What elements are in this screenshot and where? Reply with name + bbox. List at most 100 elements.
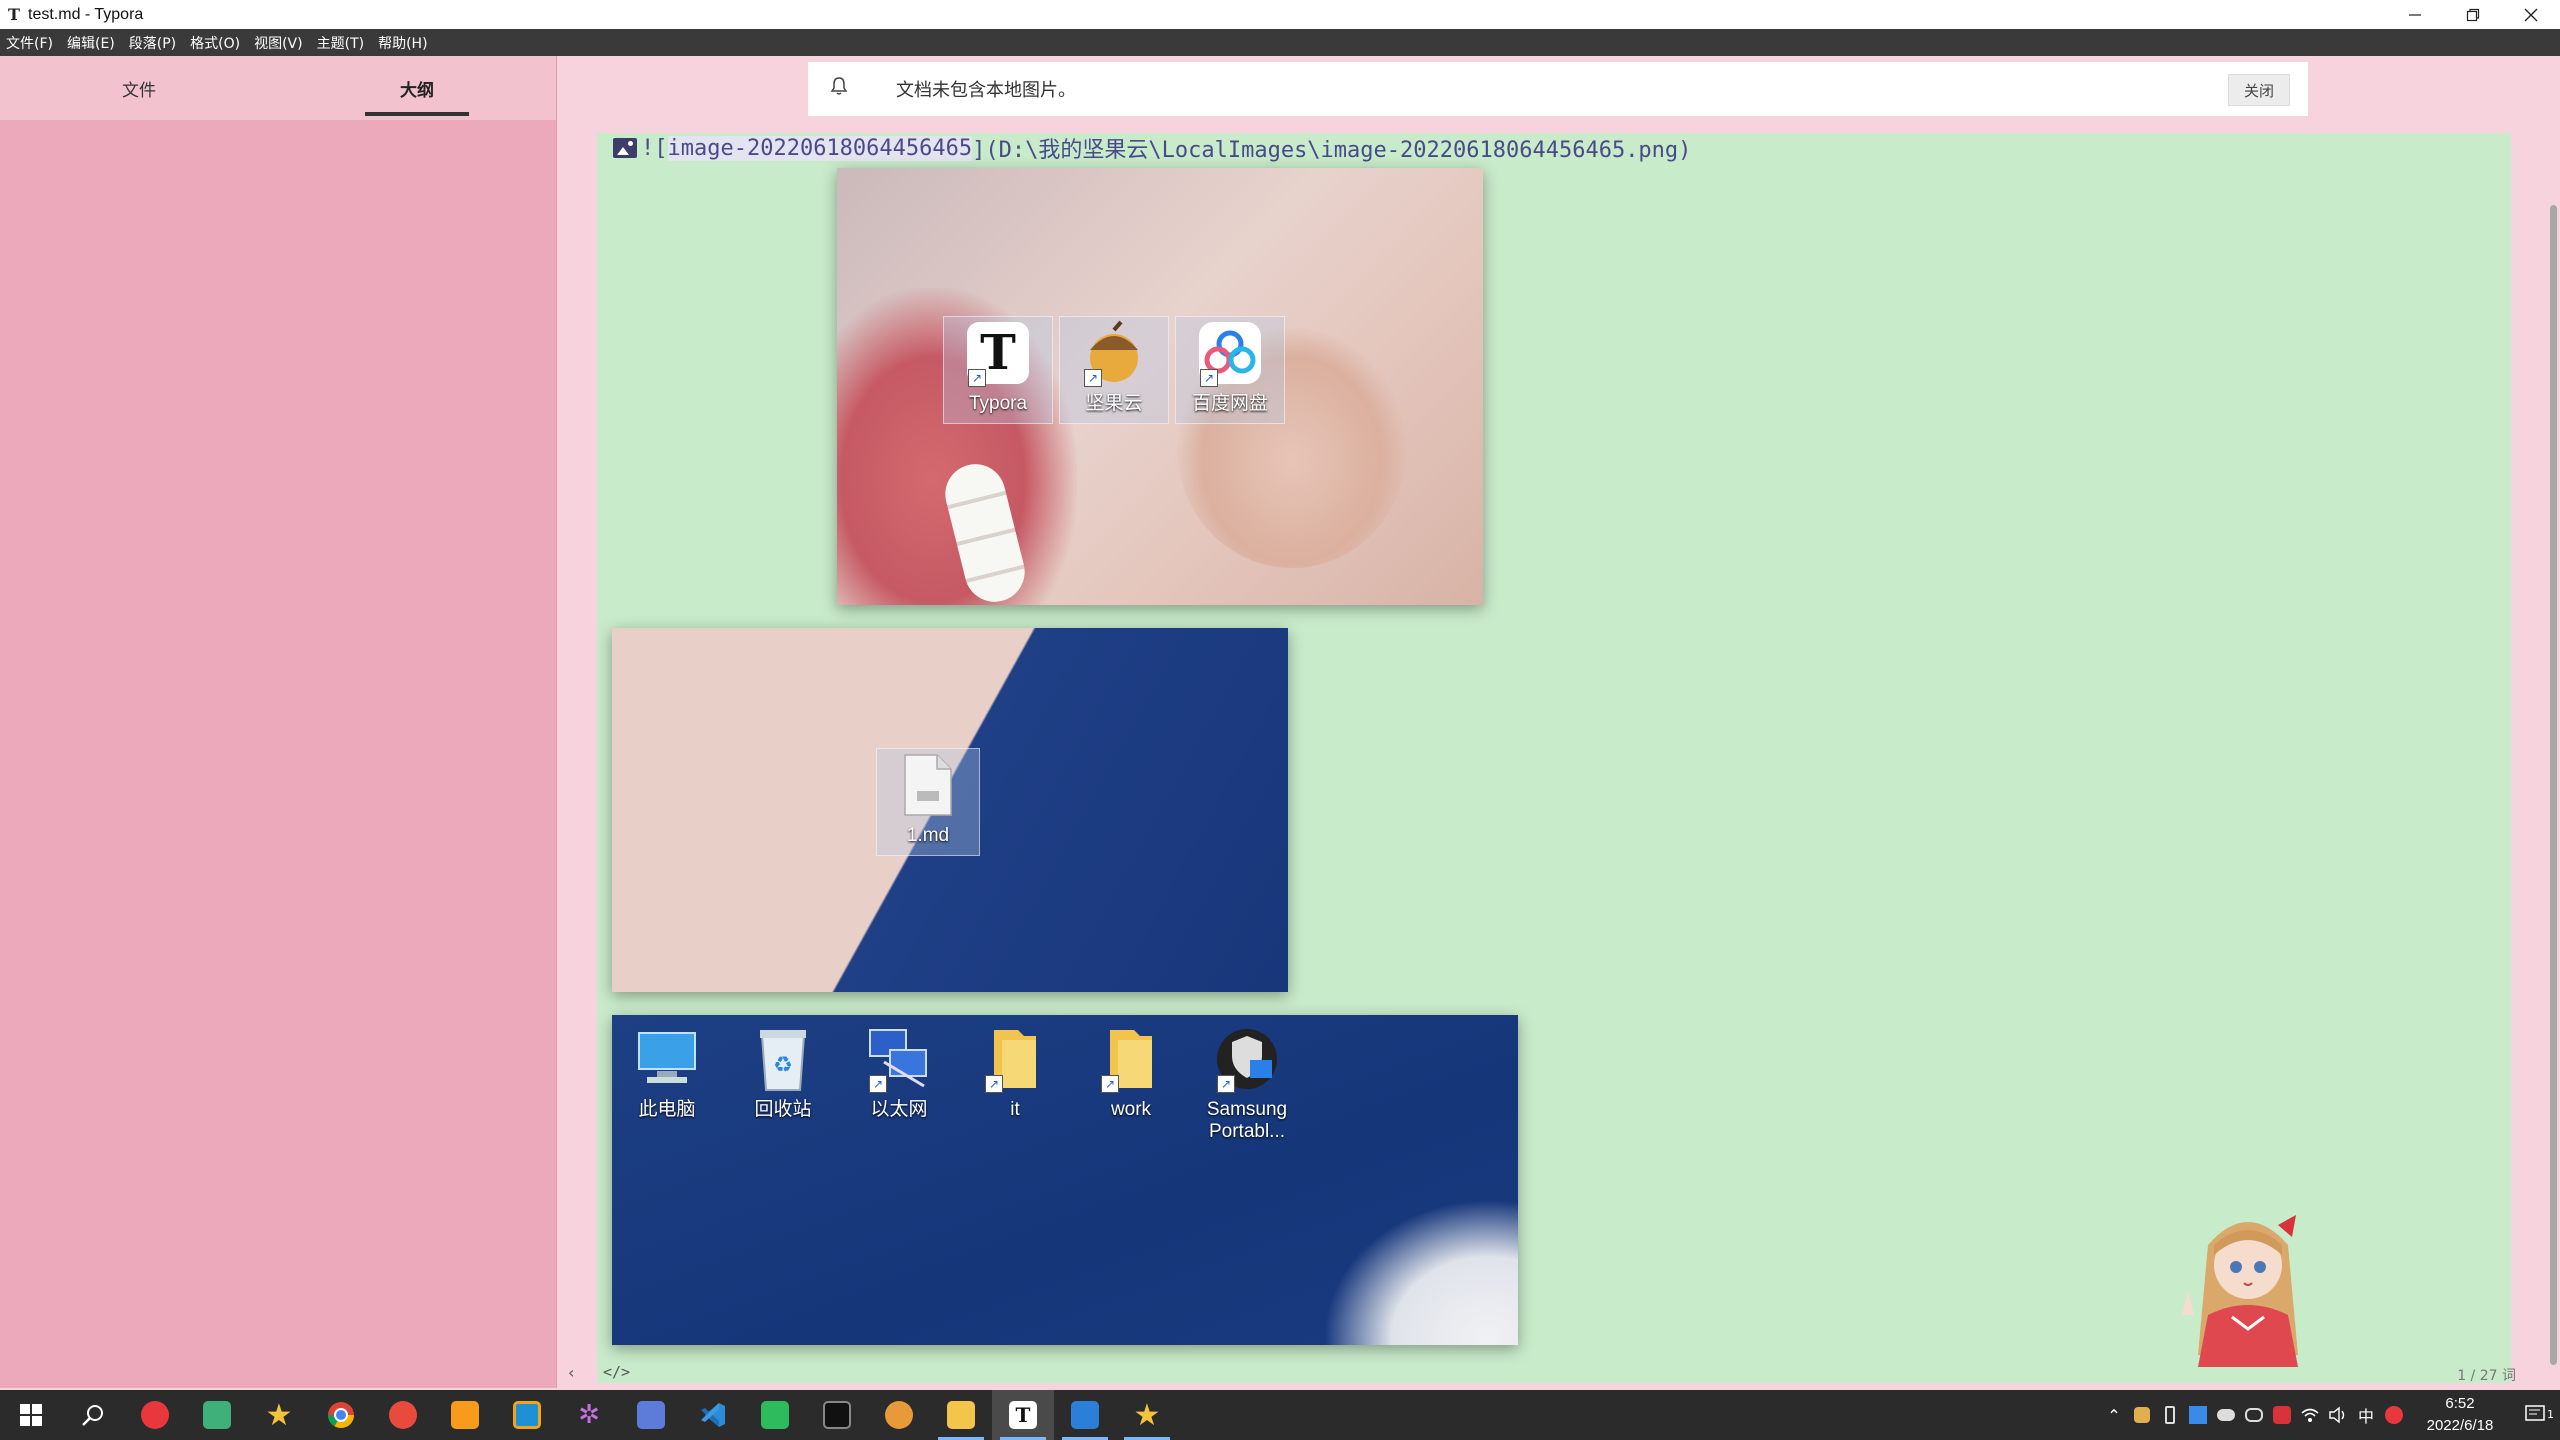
desktop-icon-nutstore[interactable]: ↗ 坚果云 xyxy=(1059,316,1169,424)
chevron-up-icon[interactable]: ⌃ xyxy=(2100,1401,2128,1429)
taskbar-terminal[interactable] xyxy=(806,1390,868,1440)
desktop-icon-folder-it[interactable]: ↗ it xyxy=(960,1023,1070,1121)
search-button[interactable] xyxy=(62,1390,124,1440)
app-colorful-dots-icon: ✲ xyxy=(578,1400,600,1430)
restore-button[interactable] xyxy=(2444,0,2502,29)
start-icon xyxy=(20,1404,42,1426)
menu-edit[interactable]: 编辑(E) xyxy=(67,33,115,53)
taskbar: ★ ✲ T ★ ⌃ 中 6:52 2022/6/18 1 xyxy=(0,1390,2560,1440)
menu-view[interactable]: 视图(V) xyxy=(254,33,303,53)
taskbar-sublime[interactable] xyxy=(434,1390,496,1440)
taskbar-nutstore[interactable] xyxy=(868,1390,930,1440)
mascot-character-image[interactable] xyxy=(2168,1205,2328,1375)
notification-close-button[interactable]: 关闭 xyxy=(2228,74,2290,106)
taskbar-app-snail[interactable] xyxy=(372,1390,434,1440)
folder-icon: ↗ xyxy=(979,1023,1051,1095)
desktop-icon-label: 以太网 xyxy=(870,1099,928,1120)
taskbar-app-green-s[interactable] xyxy=(186,1390,248,1440)
taskbar-app-orange-window[interactable] xyxy=(496,1390,558,1440)
word-count[interactable]: 1 / 27 词 xyxy=(2457,1365,2516,1385)
menu-format[interactable]: 格式(O) xyxy=(190,33,240,53)
image-markdown-source[interactable]: ![ image-20220618064456465 ](D:\我的坚果云\Lo… xyxy=(613,133,1691,163)
taskbar-app-green-doc[interactable] xyxy=(744,1390,806,1440)
menu-theme[interactable]: 主题(T) xyxy=(317,33,364,53)
tray-game-icon[interactable] xyxy=(2240,1401,2268,1429)
desktop-icon-this-pc[interactable]: 此电脑 xyxy=(612,1023,722,1121)
minimize-button[interactable] xyxy=(2386,0,2444,29)
editor-scrollbar-thumb[interactable] xyxy=(2550,205,2557,1365)
volume-icon[interactable] xyxy=(2324,1401,2352,1429)
start-button[interactable] xyxy=(0,1390,62,1440)
action-center-button[interactable]: 1 xyxy=(2512,1401,2560,1429)
tray-blue-icon[interactable] xyxy=(2184,1401,2212,1429)
embedded-image-1[interactable]: T ↗ Typora ↗ 坚果云 ↗ 百度网盘 xyxy=(837,168,1483,605)
app-orange-window-icon xyxy=(513,1401,541,1429)
image-icon xyxy=(613,138,637,158)
desktop-icon-label: 坚果云 xyxy=(1085,393,1143,414)
tab-files[interactable]: 文件 xyxy=(0,56,278,120)
title-bar: T test.md - Typora xyxy=(0,0,2560,29)
shortcut-arrow-icon: ↗ xyxy=(1200,369,1218,387)
desktop-icon-md-file[interactable]: 1.md xyxy=(876,748,980,856)
chrome-icon xyxy=(327,1402,355,1429)
taskbar-app-pc-manager[interactable] xyxy=(620,1390,682,1440)
close-window-button[interactable] xyxy=(2502,0,2560,29)
taskbar-app-red-swirl[interactable] xyxy=(124,1390,186,1440)
desktop-icon-samsung-portable[interactable]: ↗ Samsung Portabl... xyxy=(1192,1023,1302,1143)
taskbar-app-blue-paint[interactable] xyxy=(1054,1390,1116,1440)
desktop-icon-folder-work[interactable]: ↗ work xyxy=(1076,1023,1186,1121)
desktop-icon-typora[interactable]: T ↗ Typora xyxy=(943,316,1053,424)
taskbar-chrome[interactable] xyxy=(310,1390,372,1440)
clock[interactable]: 6:52 2022/6/18 xyxy=(2408,1393,2512,1437)
shortcut-arrow-icon: ↗ xyxy=(869,1075,887,1093)
window-title: test.md - Typora xyxy=(28,5,144,23)
tab-outline[interactable]: 大纲 xyxy=(278,56,556,120)
desktop-icon-label: work xyxy=(1110,1099,1152,1120)
app-snail-icon xyxy=(389,1401,417,1429)
app-green-doc-icon xyxy=(761,1401,789,1429)
ethernet-icon: ↗ xyxy=(863,1023,935,1095)
embedded-image-2[interactable]: 1.md xyxy=(612,628,1288,992)
taskbar-app-star-yellow[interactable]: ★ xyxy=(1116,1390,1178,1440)
desktop-icon-ethernet[interactable]: ↗ 以太网 xyxy=(844,1023,954,1121)
app-red-swirl-icon xyxy=(141,1401,169,1429)
taskbar-app-colorful-dots[interactable]: ✲ xyxy=(558,1390,620,1440)
tray-usb-icon[interactable] xyxy=(2156,1401,2184,1429)
clock-date: 2022/6/18 xyxy=(2426,1417,2494,1434)
minimize-icon xyxy=(2409,13,2421,16)
sogou-icon[interactable] xyxy=(2380,1401,2408,1429)
menu-paragraph[interactable]: 段落(P) xyxy=(129,33,176,53)
samsung-portable-ssd-icon: ↗ xyxy=(1211,1023,1283,1095)
source-mode-button[interactable]: </> xyxy=(603,1363,630,1381)
taskbar-app-star[interactable]: ★ xyxy=(248,1390,310,1440)
taskbar-typora[interactable]: T xyxy=(992,1390,1054,1440)
ime-indicator[interactable]: 中 xyxy=(2352,1401,2380,1429)
shortcut-arrow-icon: ↗ xyxy=(985,1075,1003,1093)
editor-area[interactable]: ![ image-20220618064456465 ](D:\我的坚果云\Lo… xyxy=(597,133,2511,1383)
search-icon xyxy=(82,1405,103,1426)
desktop-icon-recycle-bin[interactable]: ♻ 回收站 xyxy=(728,1023,838,1121)
menu-help[interactable]: 帮助(H) xyxy=(378,33,427,53)
desktop-icon-label: 此电脑 xyxy=(638,1099,696,1120)
this-pc-icon xyxy=(631,1023,703,1095)
desktop-icon-label: 回收站 xyxy=(754,1099,812,1120)
tray-red-icon[interactable] xyxy=(2268,1401,2296,1429)
bell-icon xyxy=(830,76,866,102)
tray-cat-icon[interactable] xyxy=(2128,1401,2156,1429)
taskbar-vscode[interactable] xyxy=(682,1390,744,1440)
embedded-image-3[interactable]: 此电脑 ♻ 回收站 ↗ 以太网 ↗ it ↗ work ↗ Samsung Po… xyxy=(612,1015,1518,1345)
tray-cloud-icon[interactable] xyxy=(2212,1401,2240,1429)
notification-bar: 文档未包含本地图片。 关闭 xyxy=(808,62,2308,116)
close-icon xyxy=(2524,8,2538,21)
menu-file[interactable]: 文件(F) xyxy=(6,33,53,53)
vscode-icon xyxy=(701,1403,725,1427)
markdown-file-icon xyxy=(892,749,964,821)
nutstore-icon: ↗ xyxy=(1078,317,1150,389)
taskbar-file-explorer[interactable] xyxy=(930,1390,992,1440)
nutstore-icon xyxy=(885,1401,913,1429)
terminal-icon xyxy=(823,1401,851,1429)
shortcut-arrow-icon: ↗ xyxy=(1217,1075,1235,1093)
wifi-icon[interactable] xyxy=(2296,1401,2324,1429)
desktop-icon-baidu-netdisk[interactable]: ↗ 百度网盘 xyxy=(1175,316,1285,424)
toggle-sidebar-button[interactable]: ‹ xyxy=(568,1363,574,1382)
